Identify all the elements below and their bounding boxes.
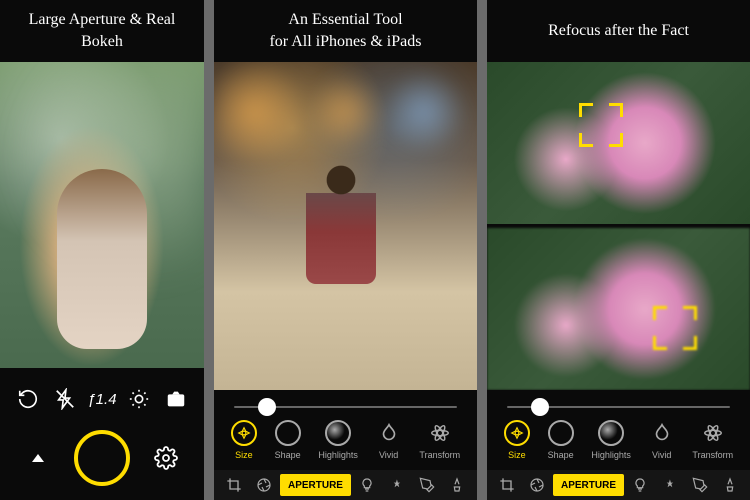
brush-icon[interactable] bbox=[686, 474, 714, 496]
flash-icon[interactable] bbox=[50, 384, 80, 414]
aperture-mode-icon[interactable] bbox=[250, 474, 278, 496]
aperture-mode-icon[interactable] bbox=[523, 474, 551, 496]
mode-aperture-label[interactable]: APERTURE bbox=[280, 474, 351, 496]
pin-icon[interactable] bbox=[656, 474, 684, 496]
tool-transform[interactable]: Transform bbox=[692, 420, 733, 460]
photo-preview[interactable] bbox=[487, 62, 750, 390]
photo-preview[interactable] bbox=[214, 62, 477, 390]
aperture-value[interactable]: ƒ1.4 bbox=[87, 384, 117, 414]
brush2-icon[interactable] bbox=[443, 474, 471, 496]
tool-size[interactable]: Size bbox=[231, 420, 257, 460]
bottom-mode-bar: APERTURE bbox=[214, 470, 477, 500]
tool-highlights[interactable]: Highlights bbox=[318, 420, 358, 460]
bottom-mode-bar: APERTURE bbox=[487, 470, 750, 500]
collapse-icon[interactable] bbox=[26, 446, 50, 470]
brush-icon[interactable] bbox=[413, 474, 441, 496]
adjustment-slider[interactable] bbox=[487, 390, 750, 416]
focus-indicator[interactable] bbox=[579, 103, 623, 147]
panel-title: Large Aperture & Real Bokeh bbox=[0, 0, 204, 62]
adjustment-slider[interactable] bbox=[214, 390, 477, 416]
mode-aperture-label[interactable]: APERTURE bbox=[553, 474, 624, 496]
bulb-icon[interactable] bbox=[353, 474, 381, 496]
pin-icon[interactable] bbox=[383, 474, 411, 496]
shutter-button[interactable] bbox=[74, 430, 130, 486]
camera-controls: ƒ1.4 bbox=[0, 368, 204, 500]
tool-row: Size Shape Highlights Vivid Transform bbox=[214, 416, 477, 470]
exposure-icon[interactable] bbox=[124, 384, 154, 414]
brush2-icon[interactable] bbox=[716, 474, 744, 496]
crop-icon[interactable] bbox=[493, 474, 521, 496]
screenshot-panel-2: An Essential Tool for All iPhones & iPad… bbox=[214, 0, 477, 500]
tool-shape[interactable]: Shape bbox=[548, 420, 574, 460]
camera-switch-icon[interactable] bbox=[161, 384, 191, 414]
tool-vivid[interactable]: Vivid bbox=[649, 420, 675, 460]
photo-preview[interactable] bbox=[0, 62, 204, 368]
focus-indicator[interactable] bbox=[653, 306, 697, 350]
bulb-icon[interactable] bbox=[626, 474, 654, 496]
tool-shape[interactable]: Shape bbox=[275, 420, 301, 460]
screenshot-panel-1: Large Aperture & Real Bokeh ƒ1.4 bbox=[0, 0, 204, 500]
panel-title: Refocus after the Fact bbox=[487, 0, 750, 62]
tool-size[interactable]: Size bbox=[504, 420, 530, 460]
rotate-icon[interactable] bbox=[13, 384, 43, 414]
crop-icon[interactable] bbox=[220, 474, 248, 496]
tool-highlights[interactable]: Highlights bbox=[591, 420, 631, 460]
tool-vivid[interactable]: Vivid bbox=[376, 420, 402, 460]
settings-icon[interactable] bbox=[154, 446, 178, 470]
panel-title: An Essential Tool for All iPhones & iPad… bbox=[214, 0, 477, 62]
tool-transform[interactable]: Transform bbox=[419, 420, 460, 460]
tool-row: Size Shape Highlights Vivid Transform bbox=[487, 416, 750, 470]
screenshot-panel-3: Refocus after the Fact Size Shape bbox=[487, 0, 750, 500]
